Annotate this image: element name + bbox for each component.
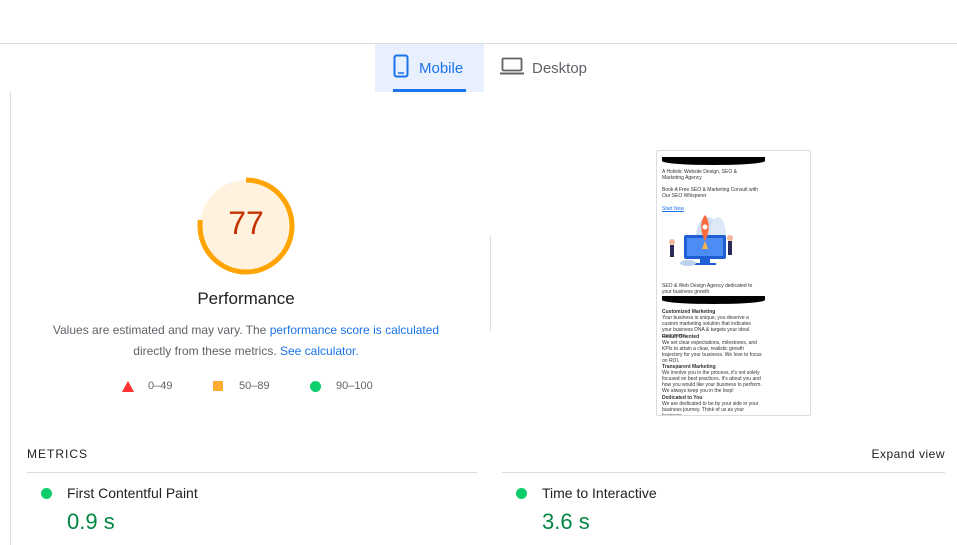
screenshot-divider-bar	[662, 296, 765, 304]
screenshot-heading: A Holistic Website Design, SEO & Marketi…	[662, 169, 737, 181]
expand-view-button[interactable]: Expand view	[860, 447, 945, 461]
laptop-icon	[500, 57, 524, 80]
rocket-illustration	[669, 215, 733, 266]
screenshot-section-body: We set clear expectations, milestones, a…	[662, 340, 762, 364]
legend-average: 50–89	[213, 380, 270, 392]
active-tab-indicator	[393, 89, 466, 92]
smartphone-icon	[393, 54, 409, 83]
column-divider	[490, 236, 491, 331]
metric-name: First Contentful Paint	[67, 485, 198, 501]
screenshot-offer: Book A Free SEO & Marketing Consult with…	[662, 187, 758, 199]
metric-value: 3.6 s	[542, 509, 590, 534]
metrics-heading: METRICS	[27, 447, 88, 461]
pass-circle-icon	[41, 488, 52, 499]
legend-average-range: 50–89	[239, 380, 270, 392]
metric-value: 0.9 s	[67, 509, 115, 534]
score-description: Values are estimated and may vary. The p…	[46, 320, 446, 362]
performance-score-link[interactable]: performance score is calculated	[270, 323, 439, 337]
screenshot-header-bar	[662, 157, 765, 165]
description-text-1: Values are estimated and may vary. The	[52, 323, 267, 337]
metric-name: Time to Interactive	[542, 485, 657, 501]
performance-title: Performance	[197, 289, 295, 308]
screenshot-section-body: We are dedicated to be by your side in y…	[662, 401, 759, 416]
legend-pass: 90–100	[310, 380, 373, 392]
screenshot-agency-text: SEO & Web Design Agency dedicated to you…	[662, 283, 753, 295]
triangle-icon	[122, 380, 134, 392]
pass-circle-icon	[516, 488, 527, 499]
metrics-divider-left	[27, 472, 477, 473]
legend-fail-range: 0–49	[148, 380, 173, 392]
metrics-divider-right	[502, 472, 945, 473]
tab-mobile-label: Mobile	[419, 59, 464, 77]
left-divider	[10, 92, 11, 545]
see-calculator-link[interactable]: See calculator.	[280, 344, 359, 358]
circle-icon	[310, 380, 321, 392]
legend-fail: 0–49	[122, 380, 172, 392]
description-text-2: directly from these metrics.	[133, 344, 277, 358]
tab-desktop[interactable]: Desktop	[484, 44, 604, 92]
legend-pass-range: 90–100	[336, 380, 373, 392]
page-screenshot: A Holistic Website Design, SEO & Marketi…	[656, 150, 811, 416]
tab-mobile[interactable]: Mobile	[375, 44, 484, 92]
tab-desktop-label: Desktop	[532, 59, 588, 77]
square-icon	[213, 381, 223, 391]
performance-score: 77	[228, 205, 264, 241]
screenshot-section-body: We involve you in the process, it's not …	[662, 370, 762, 394]
